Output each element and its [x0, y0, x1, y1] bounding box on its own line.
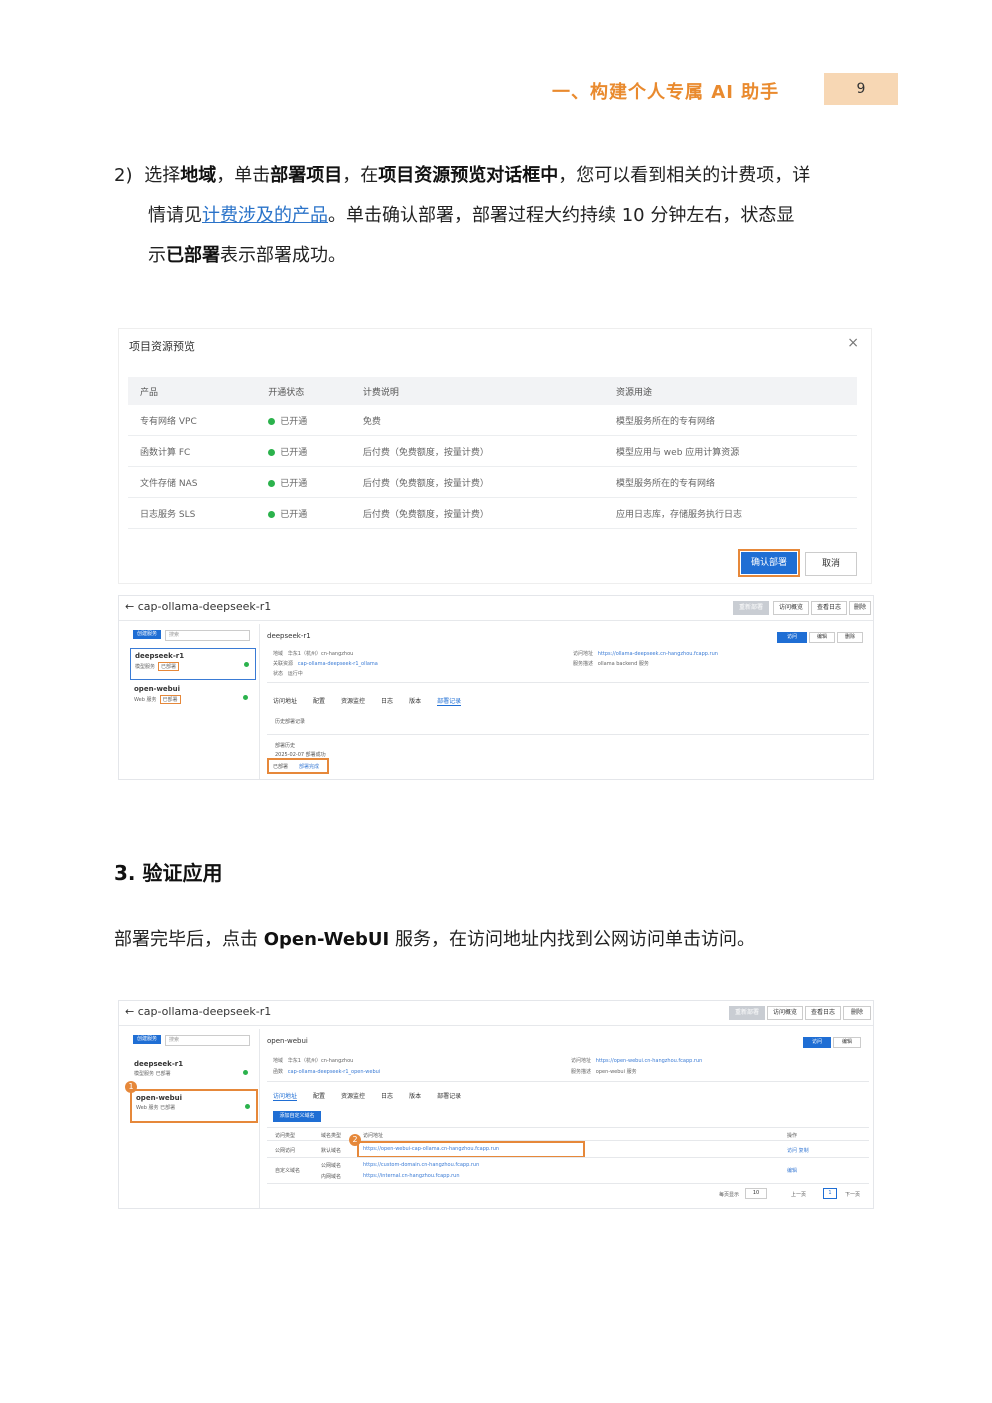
page-number: 9: [824, 73, 898, 105]
service-name: open-webui: [267, 1037, 308, 1045]
tab-version[interactable]: 版本: [409, 696, 421, 706]
overview-button[interactable]: 访问概览: [773, 601, 809, 615]
app-topbar: ← cap-ollama-deepseek-r1 重新部署 访问概览 查看日志 …: [119, 596, 873, 621]
next-page-link[interactable]: 下一页: [845, 1191, 860, 1198]
tab-config[interactable]: 配置: [313, 696, 325, 706]
service-sidebar: 创建服务 搜索 deepseek-r1 模型服务 已部署 open-webui W…: [127, 624, 260, 779]
app-title[interactable]: ← cap-ollama-deepseek-r1: [125, 1005, 271, 1018]
service-item-open-webui[interactable]: open-webui Web 服务 已部署: [130, 1089, 258, 1123]
confirm-deploy-button[interactable]: 确认部署: [738, 549, 800, 577]
tab-access[interactable]: 访问地址: [273, 1091, 298, 1101]
search-input[interactable]: 搜索: [165, 630, 250, 641]
service-item-open-webui[interactable]: open-webui Web 服务 已部署: [130, 682, 254, 712]
edit-button[interactable]: 编辑: [833, 1037, 861, 1048]
create-service-button[interactable]: 创建服务: [133, 1035, 161, 1044]
table-row: 文件存储 NAS 已开通 后付费（免费额度，按量计费） 模型服务所在的专有网络: [128, 466, 857, 498]
service-item-deepseek[interactable]: deepseek-r1 模型服务 已部署: [130, 648, 256, 680]
status-badge: 已部署: [159, 695, 181, 704]
step2-paragraph: 2) 选择地域，单击部署项目，在项目资源预览对话框中，您可以看到相关的计费项，详…: [114, 165, 811, 266]
table-row: 日志服务 SLS 已开通 后付费（免费额度，按量计费） 应用日志库，存储服务执行…: [128, 497, 857, 529]
page-current[interactable]: 1: [823, 1188, 837, 1199]
tab-monitor[interactable]: 资源监控: [341, 1091, 365, 1101]
delete-button[interactable]: 删除: [849, 601, 871, 615]
status-dot-icon: [244, 662, 249, 667]
redeploy-button[interactable]: 重新部署: [733, 601, 769, 615]
status-dot-icon: [268, 479, 276, 487]
prev-page-link[interactable]: 上一页: [791, 1191, 806, 1198]
service-sidebar: 创建服务 搜索 deepseek-r1 模型服务 已部署 open-webui …: [125, 1029, 260, 1208]
status-dot-icon: [268, 510, 276, 518]
service-item-deepseek[interactable]: deepseek-r1 模型服务 已部署: [130, 1057, 254, 1087]
step-marker-2: 2: [349, 1134, 361, 1146]
tab-access[interactable]: 访问地址: [273, 696, 297, 706]
tab-config[interactable]: 配置: [313, 1091, 325, 1101]
tab-logs[interactable]: 日志: [381, 696, 393, 706]
redeploy-button[interactable]: 重新部署: [729, 1006, 765, 1020]
status-dot-icon: [268, 448, 276, 456]
cancel-button[interactable]: 取消: [805, 552, 857, 576]
step-marker-1: 1: [125, 1081, 137, 1093]
visit-copy-link[interactable]: 访问 复制: [787, 1147, 809, 1154]
status-dot-icon: [243, 1070, 248, 1075]
visit-button[interactable]: 访问: [803, 1037, 831, 1048]
visit-button[interactable]: 访问: [777, 632, 807, 643]
overview-button[interactable]: 访问概览: [767, 1006, 803, 1020]
status-dot-icon: [243, 695, 248, 700]
step-number: 2): [114, 165, 133, 186]
col-product: 产品: [128, 377, 257, 405]
tab-deploy-records[interactable]: 部署记录: [437, 1091, 461, 1101]
resource-table: 产品 开通状态 计费说明 资源用途 专有网络 VPC 已开通 免费 模型服务所在…: [128, 377, 857, 529]
close-icon[interactable]: ×: [847, 335, 859, 351]
detail-tabs: 访问地址 配置 资源监控 日志 版本 部署记录: [273, 1091, 461, 1101]
tab-logs[interactable]: 日志: [381, 1091, 393, 1101]
step3-paragraph: 部署完毕后，点击 Open-WebUI 服务，在访问地址内找到公网访问单击访问。: [114, 929, 755, 950]
deployed-status-highlight: 已部署 部署完成: [267, 758, 329, 774]
resource-preview-dialog: 项目资源预览 × 产品 开通状态 计费说明 资源用途 专有网络 VPC 已开通 …: [118, 328, 872, 584]
edit-button[interactable]: 编辑: [809, 632, 835, 643]
service-name: deepseek-r1: [267, 632, 311, 640]
logs-button[interactable]: 查看日志: [805, 1006, 841, 1020]
billing-products-link[interactable]: 计费涉及的产品: [202, 205, 328, 226]
public-url-highlight: https://open-webui-cap-ollama.cn-hangzho…: [357, 1141, 585, 1158]
public-url-link[interactable]: https://open-webui-cap-ollama.cn-hangzho…: [363, 1146, 499, 1152]
table-row: 函数计算 FC 已开通 后付费（免费额度，按量计费） 模型应用与 web 应用计…: [128, 435, 857, 467]
service-detail: deepseek-r1 访问 编辑 删除 地域 华东1（杭州）cn-hangzh…: [267, 624, 869, 779]
section-heading: 3. 验证应用: [114, 861, 223, 885]
tab-monitor[interactable]: 资源监控: [341, 696, 365, 706]
app-title[interactable]: ← cap-ollama-deepseek-r1: [125, 600, 271, 613]
tab-version[interactable]: 版本: [409, 1091, 421, 1101]
logs-button[interactable]: 查看日志: [811, 601, 847, 615]
status-badge: 已部署: [158, 662, 180, 671]
col-usage: 资源用途: [603, 377, 857, 405]
create-service-button[interactable]: 创建服务: [133, 630, 161, 639]
status-dot-icon: [268, 417, 276, 425]
col-status: 开通状态: [256, 377, 351, 405]
running-header-title: 一、构建个人专属 AI 助手: [552, 82, 780, 103]
table-row: 专有网络 VPC 已开通 免费 模型服务所在的专有网络: [128, 405, 857, 436]
app-console-deployed: ← cap-ollama-deepseek-r1 重新部署 访问概览 查看日志 …: [118, 595, 874, 780]
delete-service-button[interactable]: 删除: [837, 632, 863, 643]
app-topbar: ← cap-ollama-deepseek-r1 重新部署 访问概览 查看日志 …: [119, 1001, 873, 1026]
status-dot-icon: [245, 1104, 250, 1109]
detail-tabs: 访问地址 配置 资源监控 日志 版本 部署记录: [273, 696, 462, 706]
app-console-access: ← cap-ollama-deepseek-r1 重新部署 访问概览 查看日志 …: [118, 1000, 874, 1209]
service-detail: open-webui 访问 编辑 地域 华东1（杭州）cn-hangzhou 函…: [267, 1029, 869, 1208]
add-custom-domain-button[interactable]: 添加自定义域名: [273, 1111, 321, 1122]
tab-deploy-records[interactable]: 部署记录: [437, 696, 462, 706]
delete-button[interactable]: 删除: [843, 1006, 871, 1020]
col-billing: 计费说明: [350, 377, 604, 405]
dialog-title: 项目资源预览: [129, 340, 195, 353]
page-size-select[interactable]: 10: [745, 1188, 767, 1199]
search-input[interactable]: 搜索: [165, 1035, 250, 1046]
edit-domain-link[interactable]: 编辑: [787, 1167, 797, 1174]
